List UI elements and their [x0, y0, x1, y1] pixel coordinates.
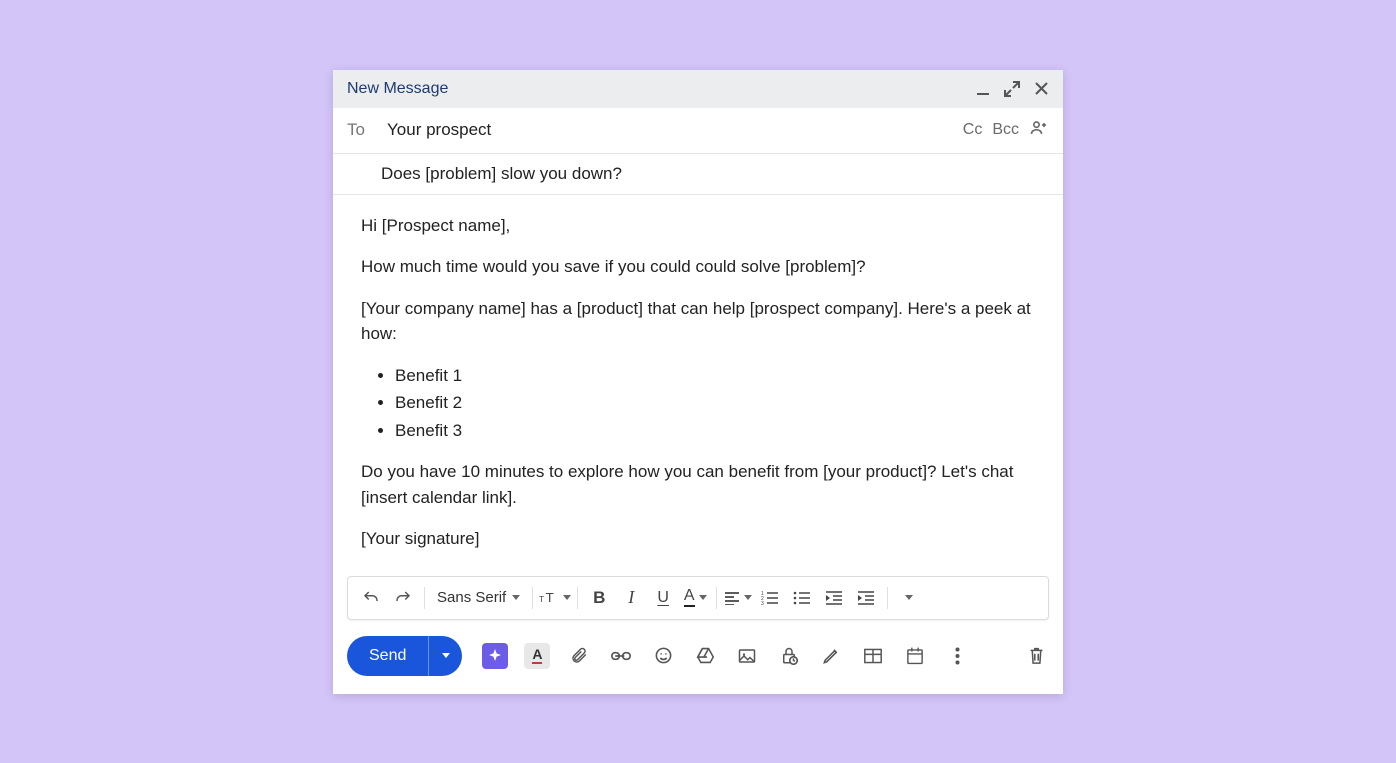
- insert-drive-icon[interactable]: [692, 643, 718, 669]
- insert-signature-icon[interactable]: [818, 643, 844, 669]
- to-row[interactable]: To Your prospect Cc Bcc: [333, 108, 1063, 154]
- body-greeting: Hi [Prospect name],: [361, 213, 1035, 239]
- svg-text:T: T: [539, 594, 544, 604]
- text-color-button[interactable]: A: [680, 583, 710, 613]
- window-title: New Message: [347, 80, 448, 98]
- redo-icon[interactable]: [388, 583, 418, 613]
- titlebar-actions: [976, 81, 1049, 97]
- underline-button[interactable]: U: [648, 583, 678, 613]
- list-item: Benefit 3: [395, 418, 1035, 444]
- insert-link-icon[interactable]: [608, 643, 634, 669]
- send-button[interactable]: Send: [347, 636, 428, 676]
- chevron-down-icon: [563, 595, 571, 600]
- font-family-label: Sans Serif: [437, 589, 506, 606]
- format-toolbar: Sans Serif TT B I U A 123: [347, 576, 1049, 620]
- send-button-group: Send: [347, 636, 462, 676]
- body-paragraph-2: [Your company name] has a [product] that…: [361, 296, 1035, 347]
- chevron-down-icon: [699, 595, 707, 600]
- insert-image-icon[interactable]: [734, 643, 760, 669]
- cc-link[interactable]: Cc: [963, 121, 983, 139]
- svg-text:3: 3: [761, 601, 764, 605]
- close-icon[interactable]: [1034, 81, 1049, 96]
- compose-window: New Message To Your prospect Cc Bcc: [333, 70, 1063, 694]
- list-item: Benefit 1: [395, 363, 1035, 389]
- bullet-list-icon[interactable]: [787, 583, 817, 613]
- subject-row[interactable]: Does [problem] slow you down?: [333, 154, 1063, 195]
- schedule-send-icon[interactable]: [902, 643, 928, 669]
- indent-more-icon[interactable]: [851, 583, 881, 613]
- bottom-icons: A: [482, 643, 970, 669]
- indent-less-icon[interactable]: [819, 583, 849, 613]
- bottom-bar: Send A: [333, 620, 1063, 694]
- confidential-mode-icon[interactable]: [776, 643, 802, 669]
- ai-assist-icon[interactable]: [482, 643, 508, 669]
- svg-text:T: T: [546, 590, 554, 605]
- body-paragraph-1: How much time would you save if you coul…: [361, 254, 1035, 280]
- more-formatting-icon[interactable]: [894, 583, 924, 613]
- list-item: Benefit 2: [395, 390, 1035, 416]
- chevron-down-icon: [744, 595, 752, 600]
- subject-value[interactable]: Does [problem] slow you down?: [381, 164, 622, 183]
- more-options-icon[interactable]: [944, 643, 970, 669]
- bcc-link[interactable]: Bcc: [992, 121, 1019, 139]
- email-body[interactable]: Hi [Prospect name], How much time would …: [333, 195, 1063, 576]
- body-signature: [Your signature]: [361, 526, 1035, 552]
- attach-file-icon[interactable]: [566, 643, 592, 669]
- discard-draft-icon[interactable]: [1023, 643, 1049, 669]
- expand-icon[interactable]: [1004, 81, 1020, 97]
- chevron-down-icon: [442, 653, 450, 658]
- to-value[interactable]: Your prospect: [387, 120, 963, 140]
- benefit-list: Benefit 1 Benefit 2 Benefit 3: [395, 363, 1035, 444]
- body-paragraph-3: Do you have 10 minutes to explore how yo…: [361, 459, 1035, 510]
- chevron-down-icon: [512, 595, 520, 600]
- text-color-icon[interactable]: A: [524, 643, 550, 669]
- send-options-dropdown[interactable]: [428, 636, 462, 676]
- minimize-icon[interactable]: [976, 82, 990, 96]
- font-family-dropdown[interactable]: Sans Serif: [431, 589, 526, 606]
- bold-button[interactable]: B: [584, 583, 614, 613]
- insert-table-icon[interactable]: [860, 643, 886, 669]
- undo-icon[interactable]: [356, 583, 386, 613]
- titlebar: New Message: [333, 70, 1063, 108]
- add-recipient-icon[interactable]: [1029, 118, 1049, 143]
- align-button[interactable]: [723, 583, 753, 613]
- insert-emoji-icon[interactable]: [650, 643, 676, 669]
- italic-button[interactable]: I: [616, 583, 646, 613]
- numbered-list-icon[interactable]: 123: [755, 583, 785, 613]
- chevron-down-icon: [905, 595, 913, 600]
- font-size-icon[interactable]: TT: [539, 583, 571, 613]
- to-label: To: [347, 120, 387, 140]
